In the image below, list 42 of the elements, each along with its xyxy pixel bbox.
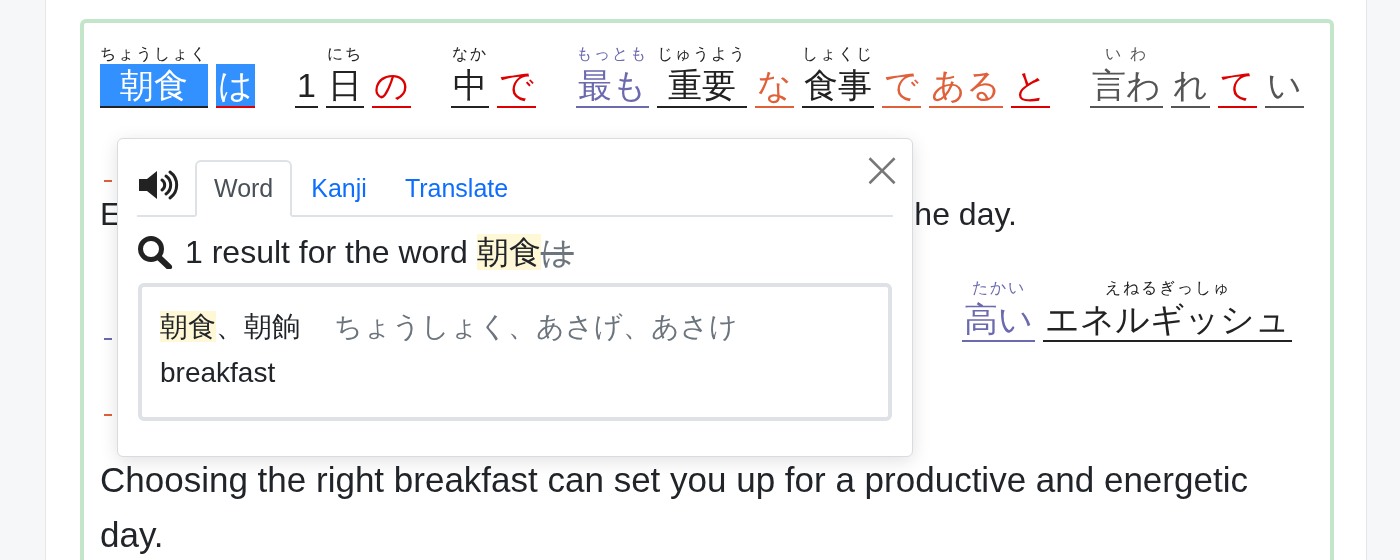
result-headword: 朝食、朝餉 — [160, 310, 300, 344]
result-reading: ちょうしょく、あさげ、あさけ — [334, 310, 738, 344]
search-icon — [137, 235, 173, 269]
word-token[interactable]: 最も — [575, 64, 649, 108]
speaker-icon[interactable] — [137, 169, 179, 201]
word-token[interactable]: て — [1217, 64, 1257, 108]
search-summary: 1 result for the word 朝食は — [185, 233, 574, 272]
tab[interactable]: Kanji — [292, 160, 386, 217]
tab[interactable]: Translate — [385, 160, 528, 217]
result-card[interactable]: 朝食、朝餉 ちょうしょく、あさげ、あさけ breakfast — [138, 283, 892, 421]
word-token[interactable]: の — [371, 64, 411, 108]
furigana: ちょうしょく — [100, 45, 208, 62]
furigana: しょくじ — [801, 45, 874, 62]
word-token[interactable]: 中 — [450, 64, 489, 108]
word-token[interactable]: 高い — [962, 298, 1035, 342]
word-token[interactable]: 日 — [325, 64, 364, 108]
word-token[interactable]: な — [754, 64, 794, 108]
furigana: い わ — [1105, 45, 1148, 62]
word-token[interactable]: で — [881, 64, 921, 108]
word-token[interactable]: で — [496, 64, 536, 108]
word-token[interactable]: 朝食 — [100, 64, 208, 108]
word-token[interactable]: 重要 — [656, 64, 747, 108]
word-token[interactable]: 言わ — [1089, 64, 1163, 108]
furigana: もっとも — [576, 45, 649, 62]
result-meaning: breakfast — [160, 356, 277, 390]
sentence-text: he day. — [914, 195, 1017, 234]
translation-text: Choosing the right breakfast can set you up for a productive and energetic day. — [100, 459, 1249, 556]
word-token[interactable]: ある — [928, 64, 1003, 108]
word-token[interactable]: れ — [1170, 64, 1210, 108]
word-token[interactable]: エネルギッシュ — [1043, 298, 1292, 342]
word-token[interactable]: い — [1264, 64, 1304, 108]
furigana: じゅうよう — [656, 45, 747, 62]
close-button[interactable]: × — [860, 147, 904, 191]
furigana: にち — [326, 45, 363, 62]
word-token[interactable]: 食事 — [801, 64, 874, 108]
tab[interactable]: Word — [195, 160, 293, 217]
word-token[interactable]: は — [216, 64, 255, 108]
furigana: えねるぎっしゅ — [1104, 279, 1231, 296]
word-token[interactable]: 1 — [295, 64, 318, 108]
word-token[interactable]: と — [1010, 64, 1050, 108]
furigana: なか — [451, 45, 488, 62]
furigana: たかい — [971, 279, 1026, 296]
